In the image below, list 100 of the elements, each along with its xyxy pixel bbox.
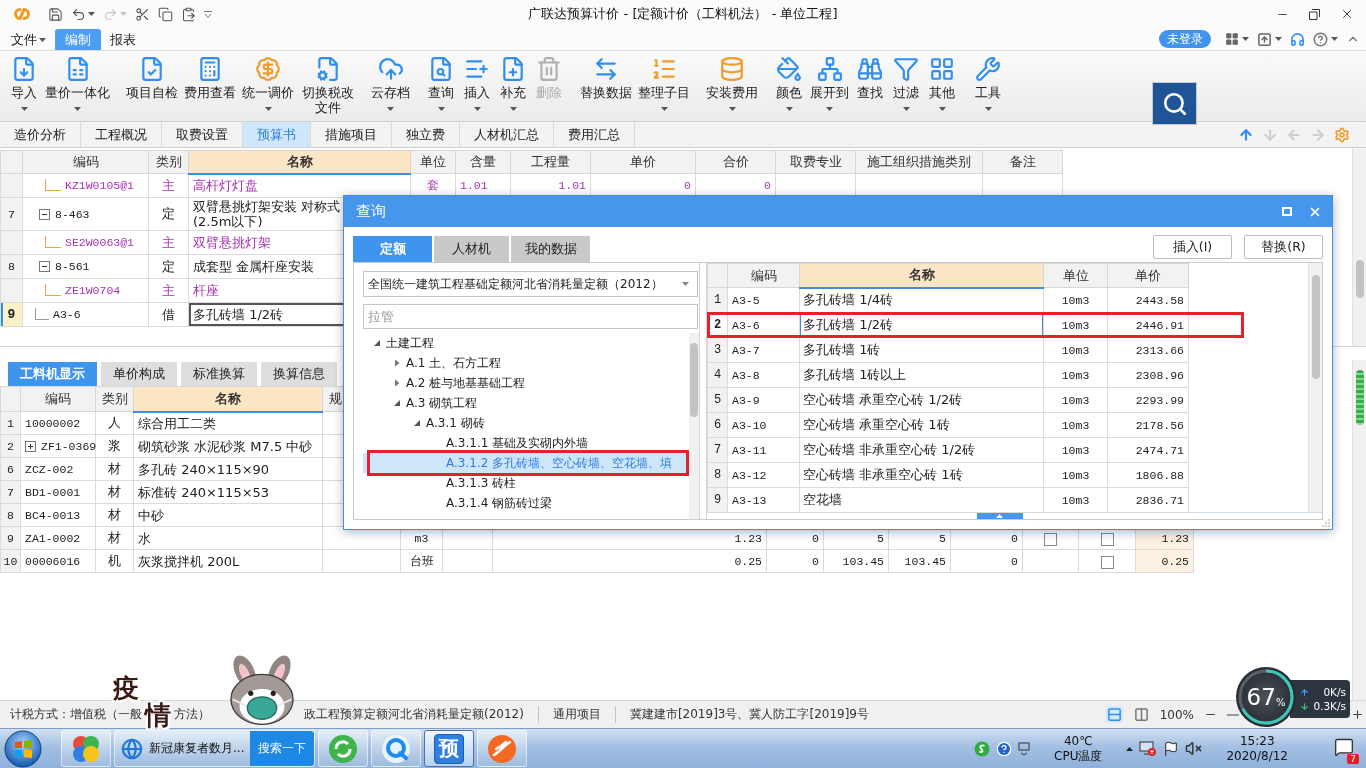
search-button[interactable] — [1152, 82, 1197, 125]
search-field[interactable]: 拉管 — [363, 304, 698, 329]
taskbar-button[interactable] — [61, 730, 111, 767]
minus-box-icon[interactable] — [39, 261, 50, 272]
scrollbar[interactable] — [1352, 148, 1366, 346]
message-icon[interactable] — [1334, 737, 1354, 757]
caret-down-icon — [20, 107, 28, 111]
checkbox[interactable] — [1100, 555, 1114, 569]
toolbar-button[interactable]: 项目自检 — [123, 51, 181, 121]
tree-item[interactable]: A.3.1.4 钢筋砖过梁 — [363, 493, 689, 513]
grid-icon[interactable] — [1225, 32, 1239, 46]
toolbar-button[interactable]: 过滤 — [888, 51, 924, 121]
tab[interactable]: 造价分析 — [0, 122, 81, 147]
taskbar-button[interactable]: 新冠康复者数月... 搜索一下 — [114, 730, 316, 767]
tree-item[interactable]: A.3.1.3 砖柱 — [363, 473, 689, 493]
rows-view-icon[interactable] — [1105, 706, 1123, 723]
table-cell: 定 — [148, 254, 189, 279]
small-window-icon[interactable] — [1018, 741, 1031, 756]
plus-box-icon[interactable] — [25, 440, 36, 452]
toolbar-button[interactable]: 查找 — [852, 51, 888, 121]
toolbar-button[interactable]: 其他 — [924, 51, 960, 121]
toolbar-button[interactable]: 整理子目 — [635, 51, 693, 121]
start-orb-icon[interactable] — [4, 729, 42, 768]
monitor-error-icon[interactable] — [1139, 740, 1158, 757]
caret-down-right-icon[interactable] — [393, 399, 401, 407]
menu-tab[interactable]: 文件 — [8, 29, 49, 50]
toolbar-button[interactable]: 云存档 — [368, 51, 413, 121]
toolbar-button[interactable]: 替换数据 — [577, 51, 635, 121]
toolbar-button[interactable]: 展开到 — [807, 51, 852, 121]
caret-down-icon — [74, 107, 81, 111]
caret-right-icon[interactable] — [393, 359, 401, 367]
row-number: 6 — [0, 457, 21, 481]
caret-down-icon — [682, 282, 689, 286]
volume-muted-icon[interactable] — [1185, 740, 1203, 757]
table-cell: 多孔砖 240×115×90 — [133, 457, 323, 481]
quick-access-button[interactable] — [181, 6, 196, 22]
flag-icon[interactable] — [1163, 740, 1180, 757]
splitter-handle[interactable] — [976, 513, 1023, 519]
dialog-button[interactable]: 替换(R) — [1244, 235, 1323, 259]
headset-icon[interactable] — [1290, 31, 1305, 47]
customize-caret-icon[interactable] — [204, 10, 212, 18]
tree-item[interactable]: A.1 土、石方工程 — [363, 353, 689, 373]
caret-down-right-icon[interactable] — [373, 339, 381, 347]
tree-item[interactable]: A.3.1.1 基础及实砌内外墙 — [363, 433, 689, 453]
resize-grip-icon[interactable] — [1322, 519, 1330, 527]
checkbox[interactable] — [1100, 532, 1114, 546]
tree-item[interactable]: 土建工程 — [363, 333, 689, 353]
tab[interactable]: 人材机汇总 — [460, 122, 554, 147]
toolbar-button[interactable]: 量价一体化 — [42, 51, 113, 121]
scrollbar[interactable] — [1308, 263, 1322, 512]
tab[interactable]: 工程概况 — [81, 122, 162, 147]
toolbar-button[interactable]: 补充 — [495, 51, 531, 121]
maximize-icon[interactable] — [1282, 207, 1292, 216]
tab[interactable]: 换算信息 — [261, 362, 337, 386]
toolbar-button[interactable]: 切换税改文件 — [297, 51, 358, 121]
upload-square-icon[interactable] — [1257, 31, 1272, 47]
status-text: 冀建建市[2019]3号、冀人防工字[2019]9号 — [614, 706, 883, 723]
quick-access-button[interactable] — [158, 6, 173, 22]
tab[interactable]: 标准换算 — [181, 362, 257, 386]
restore-icon[interactable] — [1309, 8, 1320, 20]
columns-view-icon[interactable] — [1132, 706, 1150, 723]
column-header: 名称 — [799, 263, 1044, 288]
toolbar-button[interactable]: 插入 — [459, 51, 495, 121]
taskbar-button[interactable] — [318, 730, 369, 767]
toolbar-button[interactable]: 费用查看 — [181, 51, 239, 121]
search-button[interactable]: 搜索一下 — [250, 731, 315, 766]
plus-icon[interactable] — [1351, 708, 1364, 721]
taskbar-button[interactable] — [477, 730, 528, 767]
zoom-slider-track[interactable] — [1227, 713, 1239, 716]
tree-item[interactable]: A.3.1 砌砖 — [363, 413, 689, 433]
taskbar-button[interactable]: 预 — [424, 730, 475, 767]
scrollbar[interactable] — [1352, 360, 1366, 700]
tab[interactable]: 费用汇总 — [554, 122, 635, 147]
toolbar-button[interactable]: 颜色 — [771, 51, 807, 121]
tab[interactable]: 独立费 — [392, 122, 460, 147]
toolbar-button[interactable]: 工具 — [970, 51, 1006, 121]
tab[interactable]: 措施项目 — [311, 122, 392, 147]
tab[interactable]: 我的数据 — [511, 236, 590, 262]
taskbar-button[interactable] — [371, 730, 422, 767]
scrollbar[interactable] — [689, 333, 699, 519]
toolbar-button[interactable]: 统一调价 — [239, 51, 297, 121]
close-icon[interactable] — [1340, 7, 1354, 21]
caret-down-right-icon[interactable] — [413, 419, 421, 427]
dialog-button[interactable]: 插入(I) — [1153, 235, 1232, 259]
checkbox[interactable] — [1044, 532, 1057, 546]
tab[interactable]: 单价构成 — [101, 362, 177, 386]
quick-access-button[interactable] — [48, 6, 63, 22]
toolbar-button[interactable]: 导入 — [6, 51, 42, 121]
library-dropdown[interactable]: 全国统一建筑工程基础定额河北省消耗量定额（2012） — [363, 271, 698, 297]
help-icon[interactable] — [1313, 31, 1328, 47]
toolbar-button[interactable]: 安装费用 — [703, 51, 761, 121]
minus-box-icon[interactable] — [39, 208, 50, 220]
quick-access-button[interactable] — [71, 6, 95, 22]
s-curve-icon[interactable] — [974, 740, 991, 757]
row-number: 8 — [0, 503, 21, 527]
menu-tab[interactable]: 报表 — [107, 29, 139, 50]
toolbar-button[interactable]: 查询 — [423, 51, 459, 121]
column-header: 备注 — [982, 150, 1063, 174]
quick-access-button[interactable] — [135, 6, 150, 22]
tab[interactable]: 人材机 — [434, 236, 509, 262]
